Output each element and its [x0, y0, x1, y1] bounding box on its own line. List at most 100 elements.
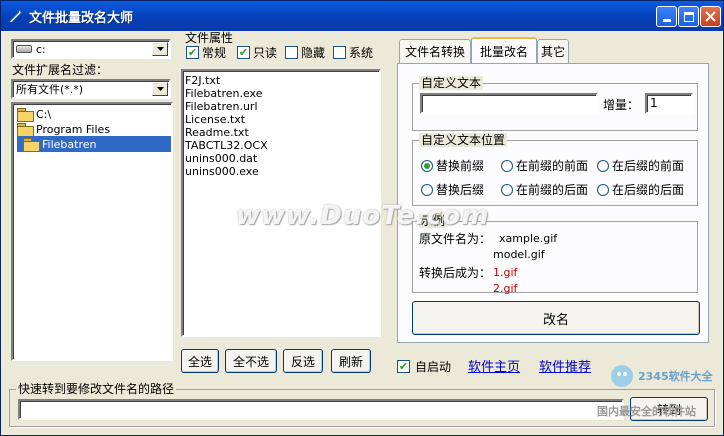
radio-label: 在前缀的前面 — [516, 159, 589, 173]
tree-item-label: Program Files — [36, 122, 111, 136]
list-item[interactable]: unins000.dat — [185, 152, 377, 165]
close-button[interactable] — [700, 6, 721, 27]
minimize-icon — [662, 19, 671, 22]
main-window: 文件批量改名大师 c: 文件扩展名过滤： 所有文件(*.*) C:\ Progr… — [0, 0, 724, 436]
watermark-logo: 2345软件大全 — [609, 363, 713, 389]
invert-selection-button[interactable]: 反选 — [283, 349, 323, 373]
hard-drive-icon — [16, 45, 32, 53]
list-item[interactable]: TABCTL32.OCX — [185, 139, 377, 152]
folder-open-icon — [17, 108, 34, 122]
refresh-button[interactable]: 刷新 — [331, 349, 371, 373]
folder-tree[interactable]: C:\ Program Files Filebatren — [11, 102, 173, 361]
radio-icon — [501, 159, 513, 172]
filter-label: 文件扩展名过滤： — [12, 63, 109, 77]
custom-text-input[interactable] — [420, 93, 598, 114]
select-none-button[interactable]: 全不选 — [225, 349, 277, 373]
path-title: 快速转到要修改文件名的路径 — [16, 382, 177, 396]
attr-readonly-label: 只读 — [253, 46, 278, 60]
tree-item-label: C:\ — [36, 107, 52, 121]
recommend-link[interactable]: 软件推荐 — [539, 356, 591, 375]
tab-other[interactable]: 其它 — [537, 39, 569, 63]
attr-normal-label: 常规 — [202, 46, 227, 60]
list-item[interactable]: F2J.txt — [185, 74, 377, 87]
checkbox-box — [333, 46, 346, 59]
autostart-label: 自启动 — [415, 360, 452, 374]
before-suffix-radio[interactable]: 在后缀的前面 — [597, 157, 684, 174]
before-prefix-radio[interactable]: 在前缀的前面 — [501, 157, 588, 174]
replace-prefix-radio[interactable]: 替换前缀 — [421, 157, 484, 174]
homepage-link[interactable]: 软件主页 — [468, 356, 520, 375]
converted-name-1: 1.gif — [493, 266, 518, 279]
tree-item[interactable]: Program Files — [17, 121, 110, 137]
select-all-button[interactable]: 全选 — [181, 349, 219, 373]
watermark-site: 国内最安全的软件站 — [597, 405, 696, 418]
tab-batch-rename[interactable]: 批量改名 — [471, 37, 537, 64]
text-position-title: 自定义文本位置 — [419, 133, 508, 147]
attr-system-label: 系统 — [349, 46, 374, 60]
chevron-down-icon[interactable] — [152, 42, 168, 56]
watermark-text: www.DuoTe.com — [236, 201, 490, 231]
attr-hidden-checkbox[interactable]: 隐藏 — [285, 44, 325, 61]
converted-name-label: 转换后成为： — [419, 266, 492, 280]
list-item[interactable]: Filebatren.url — [185, 100, 377, 113]
tab-filename-convert[interactable]: 文件名转换 — [399, 39, 471, 63]
converted-name-2: 2.gif — [493, 282, 518, 295]
folder-open-icon — [23, 138, 40, 152]
folder-open-icon — [17, 123, 34, 137]
drive-select[interactable]: c: — [11, 39, 171, 59]
title-bar[interactable]: 文件批量改名大师 — [1, 1, 723, 31]
maximize-button[interactable] — [678, 6, 699, 27]
filter-value: 所有文件(*.*) — [16, 83, 84, 96]
radio-label: 替换前缀 — [436, 159, 485, 173]
checkbox-box — [285, 46, 298, 59]
close-icon — [705, 11, 716, 22]
after-suffix-radio[interactable]: 在后缀的后面 — [597, 181, 684, 198]
radio-label: 在后缀的后面 — [612, 183, 685, 197]
radio-icon — [597, 183, 609, 196]
radio-label: 替换后缀 — [436, 183, 485, 197]
tree-item[interactable]: C:\ — [17, 106, 51, 122]
example-group: 示例 原文件名为： xample.gif model.gif 转换后成为： 1.… — [412, 214, 698, 295]
list-item[interactable]: Readme.txt — [185, 126, 377, 139]
attr-readonly-checkbox[interactable]: ✔ 只读 — [237, 44, 277, 61]
radio-icon — [501, 183, 513, 196]
custom-text-group: 自定义文本 增量： 1 — [412, 76, 698, 131]
chevron-down-icon[interactable] — [152, 82, 168, 96]
maximize-icon — [683, 11, 694, 22]
checkmark-icon: ✔ — [186, 46, 199, 59]
mascot-icon — [611, 365, 633, 387]
rename-button[interactable]: 改名 — [412, 301, 700, 335]
checkmark-icon: ✔ — [237, 46, 250, 59]
extension-filter-select[interactable]: 所有文件(*.*) — [11, 79, 171, 99]
checkmark-icon: ✔ — [397, 360, 410, 373]
feather-app-icon — [7, 8, 23, 24]
list-item[interactable]: License.txt — [185, 113, 377, 126]
minimize-button[interactable] — [656, 6, 677, 27]
replace-suffix-radio[interactable]: 替换后缀 — [421, 181, 484, 198]
radio-selected-icon — [421, 159, 433, 172]
drive-value: c: — [36, 42, 46, 56]
list-item[interactable]: unins000.exe — [185, 165, 377, 178]
tree-item-selected[interactable]: Filebatren — [17, 136, 171, 152]
radio-icon — [597, 159, 609, 172]
tree-item-label: Filebatren — [42, 137, 97, 151]
list-item[interactable]: Filebatren.exe — [185, 87, 377, 100]
watermark-brand: 2345软件大全 — [638, 370, 713, 383]
original-name-1: xample.gif — [499, 232, 558, 245]
radio-icon — [421, 183, 433, 196]
radio-label: 在前缀的后面 — [516, 183, 589, 197]
increment-input[interactable]: 1 — [645, 93, 693, 114]
increment-label: 增量： — [603, 98, 640, 112]
original-name-2: model.gif — [493, 248, 545, 261]
radio-label: 在后缀的前面 — [612, 159, 685, 173]
after-prefix-radio[interactable]: 在前缀的后面 — [501, 181, 588, 198]
attr-hidden-label: 隐藏 — [301, 46, 326, 60]
custom-text-title: 自定义文本 — [419, 76, 484, 90]
original-name-label: 原文件名为： — [419, 232, 492, 246]
attr-system-checkbox[interactable]: 系统 — [333, 44, 373, 61]
window-title: 文件批量改名大师 — [29, 10, 134, 26]
attr-normal-checkbox[interactable]: ✔ 常规 — [186, 44, 226, 61]
text-position-group: 自定义文本位置 替换前缀 在前缀的前面 在后缀的前面 替换后缀 在前缀的后面 在… — [412, 133, 698, 206]
autostart-checkbox[interactable]: ✔ 自启动 — [397, 358, 451, 375]
path-input[interactable] — [18, 399, 624, 420]
